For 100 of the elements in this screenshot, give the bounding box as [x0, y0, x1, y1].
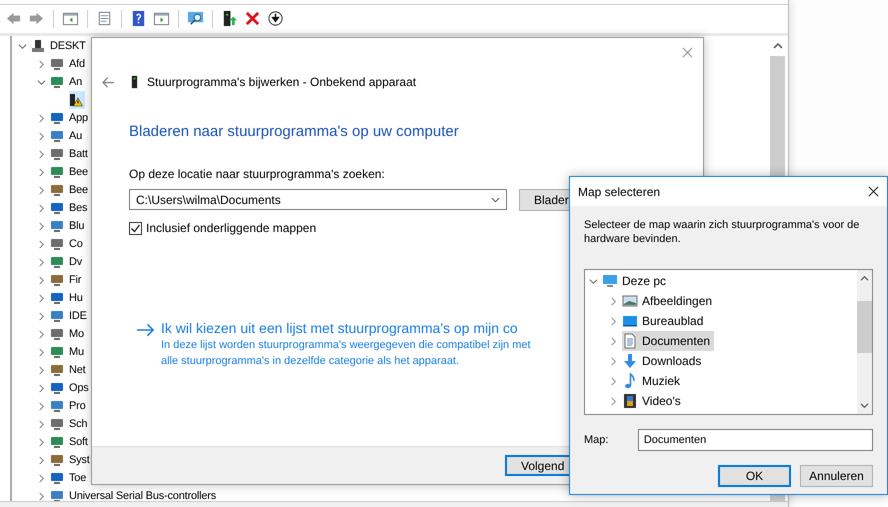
folder-item[interactable]: Bureaublad	[622, 311, 708, 331]
back-arrow-icon[interactable]	[5, 10, 22, 27]
tree-item[interactable]: Fir	[50, 271, 84, 289]
page-heading: Bladeren naar stuurprogramma's op uw computer	[129, 123, 460, 140]
expand-chevron-icon[interactable]	[37, 60, 46, 68]
properties-icon[interactable]	[96, 10, 113, 27]
back-arrow-icon[interactable]	[102, 76, 115, 88]
tree-item[interactable]: IDE	[50, 307, 89, 325]
device-icon	[50, 489, 64, 501]
expand-chevron-icon[interactable]	[37, 348, 46, 356]
update-driver-icon[interactable]	[221, 10, 238, 27]
down-arrow-circle-icon[interactable]	[267, 10, 284, 27]
collapse-chevron-icon[interactable]	[37, 78, 46, 86]
scroll-up-icon[interactable]	[772, 42, 782, 50]
monitor-search-icon[interactable]	[187, 10, 204, 27]
expand-chevron-icon[interactable]	[609, 356, 618, 366]
expand-chevron-icon[interactable]	[37, 456, 46, 464]
expand-chevron-icon[interactable]	[37, 150, 46, 158]
close-icon[interactable]	[868, 186, 879, 197]
expand-chevron-icon[interactable]	[37, 474, 46, 482]
scroll-up-icon[interactable]	[860, 275, 869, 282]
expand-chevron-icon[interactable]	[37, 366, 46, 374]
location-combo-box[interactable]: C:\Users\wilma\Documents	[129, 189, 507, 210]
folder-label: Map:	[584, 434, 610, 446]
expand-chevron-icon[interactable]	[37, 168, 46, 176]
tree-item[interactable]: Sch	[50, 415, 90, 433]
caret-icon	[491, 196, 500, 202]
tree-item[interactable]: Au	[50, 127, 84, 145]
link-description: In deze lijst worden stuurprogramma's weergegeven die compatibel zijn met	[161, 338, 531, 353]
tree-item[interactable]: Bee	[50, 181, 90, 199]
expand-chevron-icon[interactable]	[37, 240, 46, 248]
device-icon	[50, 381, 64, 395]
tree-item[interactable]: Net	[50, 361, 88, 379]
tree-item[interactable]: Co	[50, 235, 85, 253]
ok-button[interactable]: OK	[718, 465, 791, 487]
scroll-thumb[interactable]	[857, 301, 872, 353]
tree-item[interactable]: Bee	[50, 163, 90, 181]
expand-chevron-icon[interactable]	[609, 336, 618, 346]
tree-item[interactable]: DESKT	[31, 37, 88, 55]
expand-chevron-icon[interactable]	[37, 222, 46, 230]
device-icon	[50, 345, 64, 359]
expand-chevron-icon[interactable]	[37, 204, 46, 212]
expand-chevron-icon[interactable]	[37, 492, 46, 500]
expand-chevron-icon[interactable]	[609, 296, 618, 306]
remove-icon[interactable]	[244, 10, 261, 27]
tree-item[interactable]: Universal Serial Bus-controllers	[50, 487, 218, 501]
folder-item[interactable]: Afbeeldingen	[622, 291, 716, 311]
expand-chevron-icon[interactable]	[609, 376, 618, 386]
tree-item[interactable]: An	[50, 73, 84, 91]
tree-item[interactable]: Soft	[50, 433, 90, 451]
forward-arrow-icon[interactable]	[28, 10, 45, 27]
folder-item[interactable]: Downloads	[622, 351, 706, 371]
expand-chevron-icon[interactable]	[37, 294, 46, 302]
expand-chevron-icon[interactable]	[37, 384, 46, 392]
tree-item[interactable]: Batt	[50, 145, 90, 163]
expand-chevron-icon[interactable]	[37, 276, 46, 284]
expand-chevron-icon[interactable]	[37, 132, 46, 140]
device-icon	[50, 147, 64, 161]
right-arrow-icon	[136, 323, 155, 337]
window-panel-icon[interactable]	[62, 10, 79, 27]
expand-chevron-icon[interactable]	[37, 258, 46, 266]
collapse-chevron-icon[interactable]	[589, 276, 598, 286]
pick-from-list-link[interactable]: Ik wil kiezen uit een lijst met stuurprogramma's op mijn co	[161, 319, 531, 337]
tree-item[interactable]: Mu	[50, 343, 86, 361]
folder-item[interactable]: Video's	[622, 391, 685, 411]
expand-chevron-icon[interactable]	[37, 402, 46, 410]
help-icon[interactable]	[130, 10, 147, 27]
tree-item[interactable]: Afd	[50, 55, 87, 73]
tree-item[interactable]: Blu	[50, 217, 86, 235]
expand-chevron-icon[interactable]	[37, 438, 46, 446]
tree-item[interactable]: Dv	[50, 253, 84, 271]
expand-chevron-icon[interactable]	[37, 114, 46, 122]
tree-item[interactable]: Bes	[50, 199, 90, 217]
tree-item[interactable]: Mo	[50, 325, 86, 343]
tree-item[interactable]: App	[50, 109, 90, 127]
folder-field[interactable]: Documenten	[638, 429, 873, 451]
download-icon	[622, 353, 638, 369]
checkbox[interactable]	[129, 222, 142, 234]
tree-item[interactable]: Ops	[50, 379, 91, 397]
folder-item[interactable]: Deze pc	[602, 271, 670, 291]
scrollbar[interactable]	[857, 270, 872, 414]
desktop-icon	[622, 313, 638, 329]
tree-item[interactable]: Syst	[50, 451, 92, 469]
tree-item[interactable]: Hu	[50, 289, 85, 307]
expand-chevron-icon[interactable]	[609, 396, 618, 406]
expand-chevron-icon[interactable]	[37, 312, 46, 320]
scroll-down-icon[interactable]	[860, 402, 869, 409]
expand-chevron-icon[interactable]	[37, 186, 46, 194]
folder-item[interactable]: Muziek	[622, 371, 684, 391]
window-panel-icon[interactable]	[153, 10, 170, 27]
expand-chevron-icon[interactable]	[37, 420, 46, 428]
device-icon	[131, 75, 138, 89]
expand-chevron-icon[interactable]	[609, 316, 618, 326]
folder-item[interactable]: Documenten	[622, 331, 714, 351]
document-icon	[622, 333, 638, 349]
tree-item[interactable]: Pro	[50, 397, 88, 415]
tree-item[interactable]: Toe	[50, 469, 88, 487]
expand-chevron-icon[interactable]	[37, 330, 46, 338]
cancel-button[interactable]: Annuleren	[800, 465, 873, 487]
collapse-chevron-icon[interactable]	[18, 42, 27, 50]
